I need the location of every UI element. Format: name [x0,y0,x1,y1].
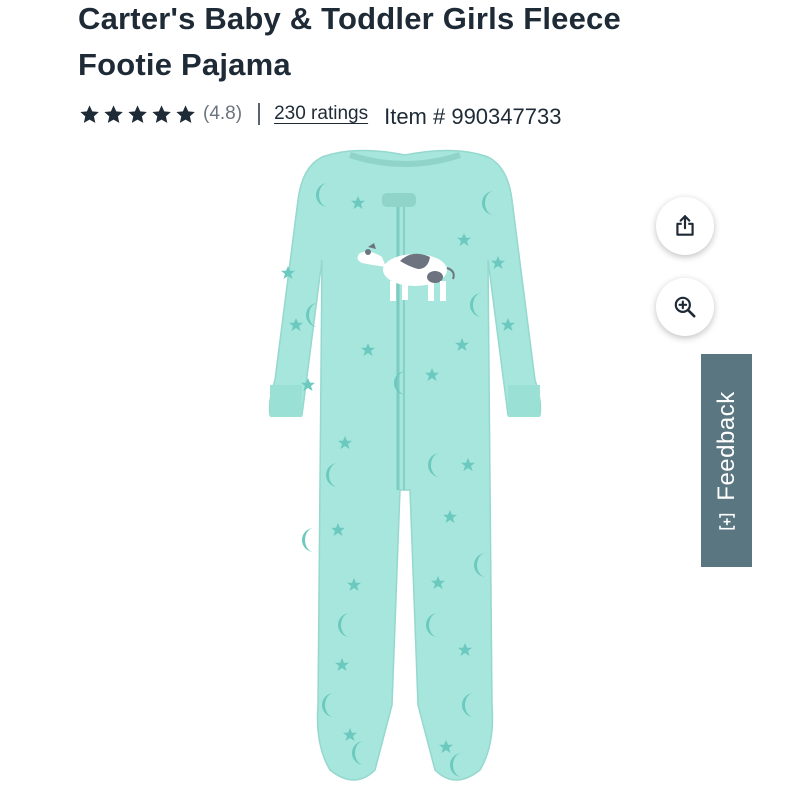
star-icon [128,104,147,123]
feedback-tab[interactable]: Feedback [701,354,752,567]
product-title-line-1: Carter's Baby & Toddler Girls Fleece [78,1,621,36]
star-icon [152,104,171,123]
star-icon [104,104,123,123]
star-icon [80,104,99,123]
feedback-plus-icon [718,513,735,530]
ratings-count-link[interactable]: 230 ratings [274,103,368,125]
rating-row: (4.8) 230 ratings Item # 990347733 [78,98,561,130]
zoom-in-button[interactable] [656,278,714,336]
zoom-in-icon [674,296,696,318]
item-number: Item # 990347733 [384,104,562,129]
share-icon [676,215,694,236]
star-icon [176,104,195,123]
product-title: Carter's Baby & Toddler Girls Fleece Foo… [78,0,718,88]
footie-pajama-image[interactable] [250,145,560,795]
product-title-line-2: Footie Pajama [78,47,291,82]
rating-divider [258,103,261,125]
star-rating [78,103,197,126]
rating-value: (4.8) [203,103,243,124]
share-button[interactable] [656,197,714,255]
feedback-label: Feedback [712,390,740,501]
